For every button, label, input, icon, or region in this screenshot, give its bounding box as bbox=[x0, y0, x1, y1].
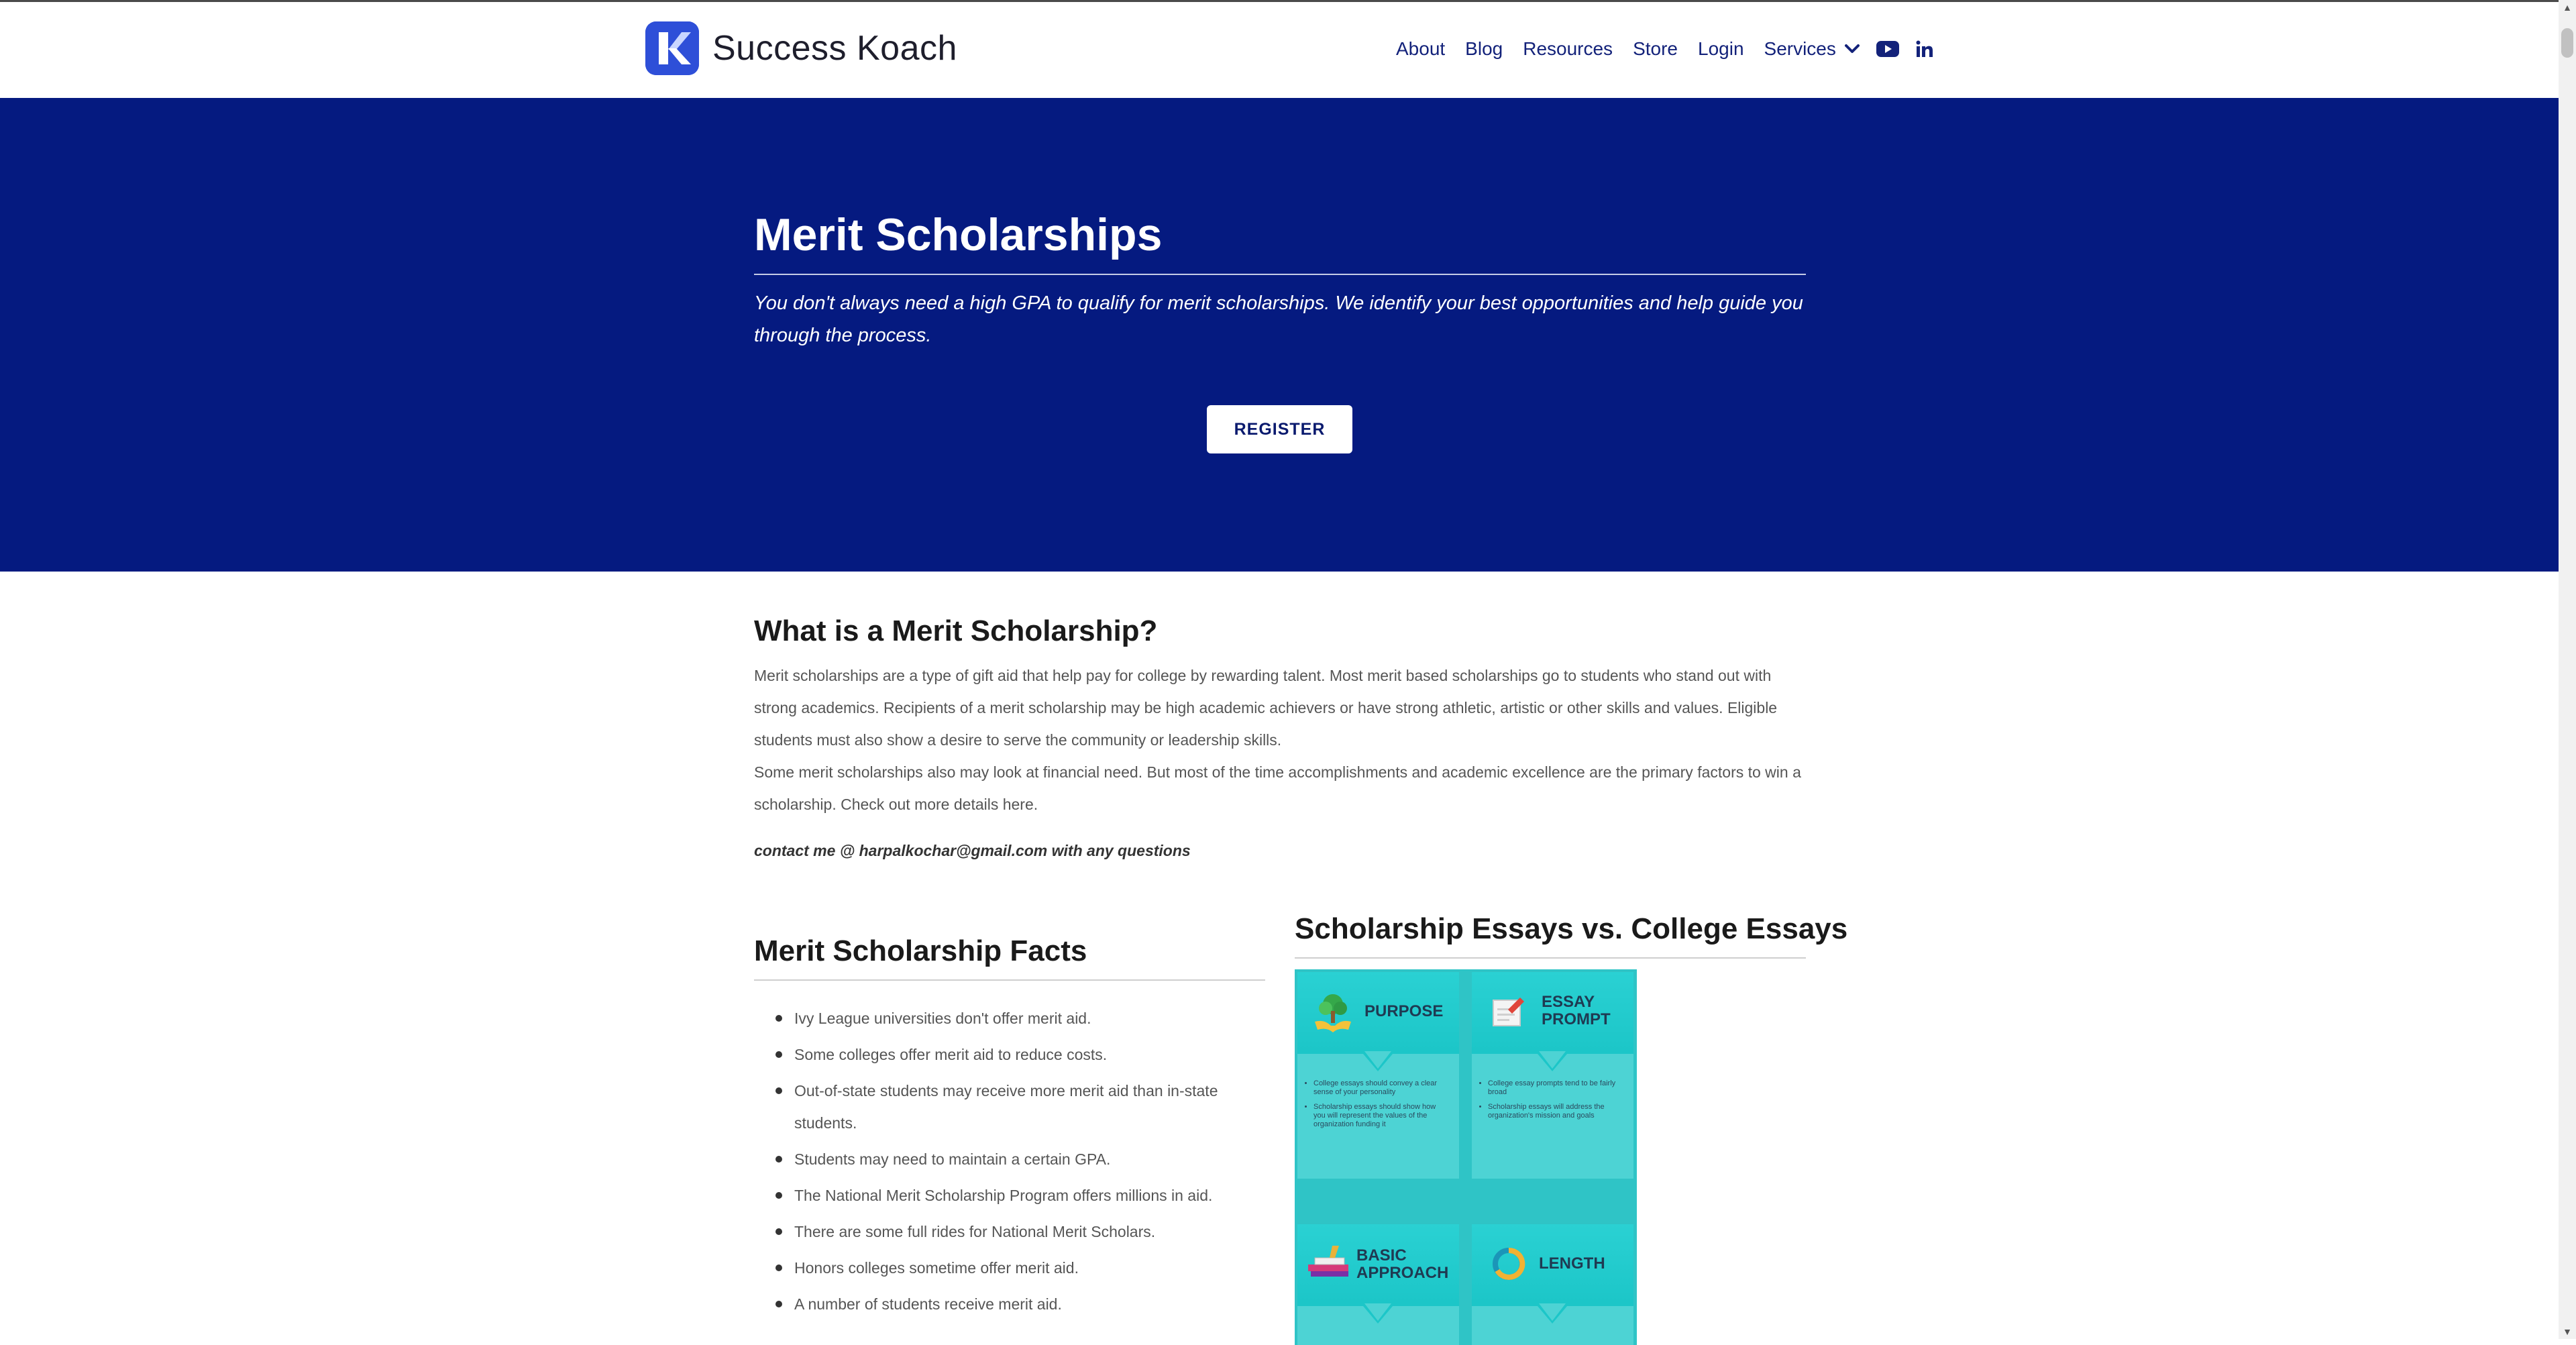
page-scrollbar[interactable]: ▲ ▼ bbox=[2559, 0, 2576, 1339]
tile-prompt-title: ESSAY PROMPT bbox=[1542, 993, 1611, 1028]
tile-prompt-text: College essay prompts tend to be fairly … bbox=[1479, 1079, 1619, 1126]
linkedin-icon bbox=[1916, 40, 1933, 57]
list-item: Scholarship essays should show how you w… bbox=[1313, 1103, 1445, 1129]
linkedin-link[interactable] bbox=[1915, 40, 1934, 58]
tile-notch bbox=[1297, 1303, 1459, 1324]
tile-prompt-header: ESSAY PROMPT bbox=[1472, 972, 1633, 1051]
chevron-down-icon bbox=[1844, 44, 1860, 53]
nav-about[interactable]: About bbox=[1396, 38, 1445, 60]
tile-notch bbox=[1472, 1051, 1633, 1071]
register-button[interactable]: REGISTER bbox=[1207, 405, 1352, 453]
tile-basic-header: BASIC APPROACH bbox=[1297, 1224, 1459, 1303]
page-title: Merit Scholarships bbox=[754, 209, 1163, 260]
site-header: Success Koach About Blog Resources Store… bbox=[0, 2, 2559, 98]
list-item-text: Honors colleges sometime offer merit aid… bbox=[794, 1259, 1079, 1277]
bullet-icon bbox=[775, 1156, 782, 1163]
list-item: Scholarship essays will address the orga… bbox=[1488, 1103, 1619, 1120]
tile-basic-title-line2: APPROACH bbox=[1356, 1264, 1449, 1282]
tile-length-title: LENGTH bbox=[1539, 1254, 1605, 1273]
timer-icon bbox=[1493, 1247, 1525, 1280]
list-item: Out-of-state students may receive more m… bbox=[754, 1075, 1265, 1139]
list-item: College essay prompts tend to be fairly … bbox=[1488, 1079, 1619, 1097]
bullet-icon bbox=[775, 1015, 782, 1022]
list-item: College essays should convey a clear sen… bbox=[1313, 1079, 1445, 1097]
list-item-text: There are some full rides for National M… bbox=[794, 1223, 1156, 1240]
list-item: There are some full rides for National M… bbox=[754, 1216, 1265, 1248]
list-item: Ivy League universities don't offer meri… bbox=[754, 1002, 1265, 1034]
essays-infographic: PURPOSE College essays should convey a c… bbox=[1295, 969, 1637, 1345]
what-paragraph-2: Some merit scholarships also may look at… bbox=[754, 763, 1801, 813]
scroll-up-arrow-icon[interactable]: ▲ bbox=[2559, 0, 2576, 15]
tile-purpose-text: College essays should convey a clear sen… bbox=[1304, 1079, 1445, 1135]
list-item: A number of students receive merit aid. bbox=[754, 1288, 1265, 1320]
scroll-down-arrow-icon[interactable]: ▼ bbox=[2559, 1324, 2576, 1339]
main-nav: About Blog Resources Store Login Service… bbox=[1396, 38, 1950, 60]
list-item: The National Merit Scholarship Program o… bbox=[754, 1179, 1265, 1212]
list-item-text: Out-of-state students may receive more m… bbox=[794, 1082, 1218, 1132]
youtube-link[interactable] bbox=[1876, 41, 1899, 57]
tile-prompt-body: College essay prompts tend to be fairly … bbox=[1472, 1051, 1633, 1179]
list-item: Students may need to maintain a certain … bbox=[754, 1143, 1265, 1175]
list-item: Some colleges offer merit aid to reduce … bbox=[754, 1038, 1265, 1071]
facts-divider bbox=[754, 979, 1265, 981]
list-item: Honors colleges sometime offer merit aid… bbox=[754, 1252, 1265, 1284]
bullet-icon bbox=[775, 1228, 782, 1235]
scrollbar-thumb[interactable] bbox=[2561, 28, 2573, 58]
contact-line[interactable]: contact me @ harpalkochar@gmail.com with… bbox=[754, 842, 1191, 860]
nav-resources[interactable]: Resources bbox=[1523, 38, 1613, 60]
tree-icon bbox=[1315, 994, 1351, 1032]
section-title-what: What is a Merit Scholarship? bbox=[754, 614, 1158, 647]
tile-purpose-body: College essays should convey a clear sen… bbox=[1297, 1051, 1459, 1179]
hero-divider bbox=[754, 274, 1806, 275]
hero-subtitle: You don't always need a high GPA to qual… bbox=[754, 292, 1803, 346]
list-item-text: The National Merit Scholarship Program o… bbox=[794, 1187, 1213, 1204]
tile-basic-title-line1: BASIC bbox=[1356, 1246, 1407, 1265]
section-title-essays: Scholarship Essays vs. College Essays bbox=[1295, 912, 1848, 945]
list-item-text: Students may need to maintain a certain … bbox=[794, 1150, 1111, 1168]
list-item-text: Ivy League universities don't offer meri… bbox=[794, 1010, 1091, 1027]
tile-prompt-title-line2: PROMPT bbox=[1542, 1010, 1611, 1028]
koach-logo-icon bbox=[645, 21, 699, 75]
section-title-facts: Merit Scholarship Facts bbox=[754, 934, 1087, 967]
bullet-icon bbox=[775, 1051, 782, 1058]
tile-purpose-header: PURPOSE bbox=[1297, 972, 1459, 1051]
nav-login[interactable]: Login bbox=[1698, 38, 1744, 60]
bullet-icon bbox=[775, 1265, 782, 1271]
bullet-icon bbox=[775, 1301, 782, 1307]
tile-length-header: LENGTH bbox=[1472, 1224, 1633, 1303]
nav-store[interactable]: Store bbox=[1633, 38, 1678, 60]
nav-services-label: Services bbox=[1764, 38, 1836, 59]
list-item-text: A number of students receive merit aid. bbox=[794, 1295, 1062, 1313]
bullet-icon bbox=[775, 1192, 782, 1199]
brand-name: Success Koach bbox=[712, 29, 957, 68]
tile-purpose-title: PURPOSE bbox=[1364, 1002, 1444, 1020]
list-item-text: Some colleges offer merit aid to reduce … bbox=[794, 1046, 1108, 1063]
books-icon bbox=[1308, 1246, 1348, 1277]
tile-notch bbox=[1472, 1303, 1633, 1324]
bullet-icon bbox=[775, 1087, 782, 1094]
brand-logo[interactable]: Success Koach bbox=[645, 21, 957, 75]
essays-divider bbox=[1295, 957, 1806, 959]
youtube-icon bbox=[1876, 41, 1899, 57]
nav-services[interactable]: Services bbox=[1764, 38, 1860, 60]
tile-basic-title: BASIC APPROACH bbox=[1356, 1247, 1448, 1282]
facts-list: Ivy League universities don't offer meri… bbox=[754, 1002, 1265, 1324]
hero-section: Merit Scholarships You don't always need… bbox=[0, 98, 2559, 572]
nav-blog[interactable]: Blog bbox=[1465, 38, 1503, 60]
what-paragraph-1: Merit scholarships are a type of gift ai… bbox=[754, 667, 1778, 749]
tile-prompt-title-line1: ESSAY bbox=[1542, 993, 1595, 1011]
paper-pencil-icon bbox=[1493, 998, 1524, 1026]
tile-notch bbox=[1297, 1051, 1459, 1071]
